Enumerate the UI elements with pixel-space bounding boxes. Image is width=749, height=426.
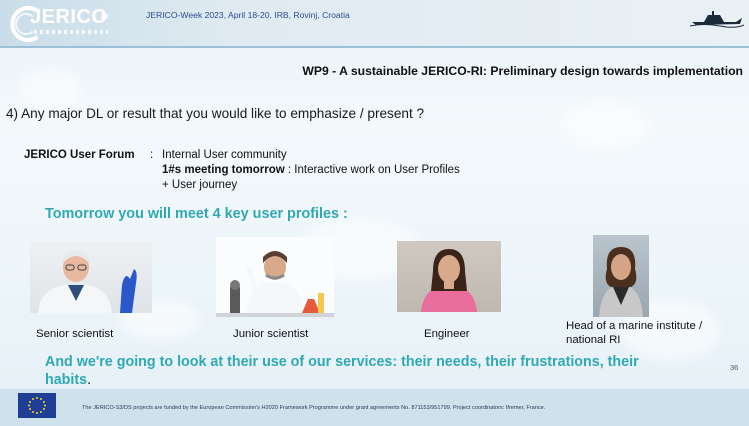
institute-head-photo (593, 235, 649, 317)
logo-suffix: RI (101, 14, 108, 21)
meeting-line: 1#s meeting tomorrow : Interactive work … (162, 164, 460, 176)
junior-scientist-photo (216, 237, 334, 317)
engineer-photo (397, 241, 501, 312)
background-bubble (20, 70, 80, 110)
eu-flag-icon (18, 393, 56, 418)
background-bubble (560, 100, 650, 150)
slide: JERICO RI JERICO-Week 2023, April 18-20,… (0, 0, 749, 426)
profiles-heading: Tomorrow you will meet 4 key user profil… (45, 206, 348, 222)
summary-text: And we're going to look at their use of … (45, 354, 639, 388)
profile-caption: Engineer (424, 328, 470, 340)
profile-caption: Senior scientist (36, 328, 114, 340)
header-divider (0, 46, 749, 48)
question-text: 4) Any major DL or result that you would… (6, 106, 425, 121)
forum-label: JERICO User Forum (24, 149, 135, 161)
logo-dotted-line (34, 30, 108, 34)
forum-colon: : (150, 149, 154, 161)
research-vessel-icon (690, 11, 744, 28)
page-number: 36 (730, 363, 739, 372)
logo-text: JERICO (30, 6, 108, 28)
funding-notice: The JERICO-S3/DS projects are funded by … (82, 405, 546, 411)
slide-title: WP9 - A sustainable JERICO-RI: Prelimina… (302, 64, 743, 78)
event-title: JERICO-Week 2023, April 18-20, IRB, Rovi… (146, 10, 350, 20)
meeting-highlight: 1#s meeting tomorrow (162, 164, 285, 176)
profile-caption: Junior scientist (233, 328, 309, 340)
senior-scientist-photo (30, 241, 152, 313)
profile-caption: Head of a marine institute / national RI (566, 320, 703, 346)
summary-statement: And we're going to look at their use of … (45, 353, 685, 389)
user-journey-line: + User journey (162, 179, 238, 191)
summary-period: . (87, 372, 92, 388)
meeting-detail: : Interactive work on User Profiles (284, 164, 460, 176)
forum-description: Internal User community (162, 149, 287, 161)
